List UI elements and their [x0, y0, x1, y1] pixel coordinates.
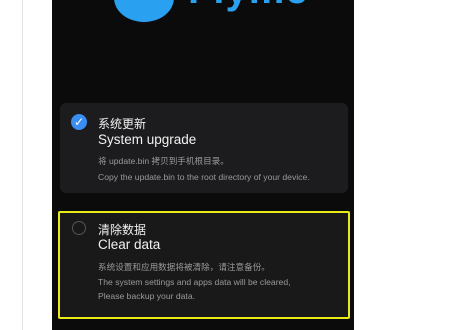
- logo-text: Flyme: [188, 0, 309, 13]
- radio-empty-icon[interactable]: [72, 221, 86, 235]
- flyme-bubble-icon: [114, 0, 174, 22]
- option-title-en: Clear data: [98, 237, 161, 252]
- option-system-upgrade[interactable]: ✓ 系统更新 System upgrade 将 update.bin 拷贝到手机…: [60, 103, 348, 193]
- recovery-screen: Flyme ✓ 系统更新 System upgrade 将 update.bin…: [52, 0, 354, 330]
- option-desc-en-line2: Please backup your data.: [98, 291, 195, 301]
- option-desc-en: Copy the update.bin to the root director…: [98, 172, 310, 182]
- option-desc-en-line1: The system settings and apps data will b…: [98, 277, 291, 287]
- check-circle-icon[interactable]: ✓: [71, 114, 87, 130]
- option-desc-cn: 将 update.bin 拷贝到手机根目录。: [98, 156, 229, 166]
- option-title-en: System upgrade: [98, 132, 197, 147]
- option-desc-cn: 系统设置和应用数据将被清除，请注意备份。: [98, 262, 270, 272]
- option-title-cn: 清除数据: [98, 223, 147, 237]
- option-title-cn: 系统更新: [98, 117, 147, 131]
- page-edge-divider: [22, 0, 23, 330]
- option-clear-data[interactable]: 清除数据 Clear data 系统设置和应用数据将被清除，请注意备份。 The…: [58, 211, 350, 319]
